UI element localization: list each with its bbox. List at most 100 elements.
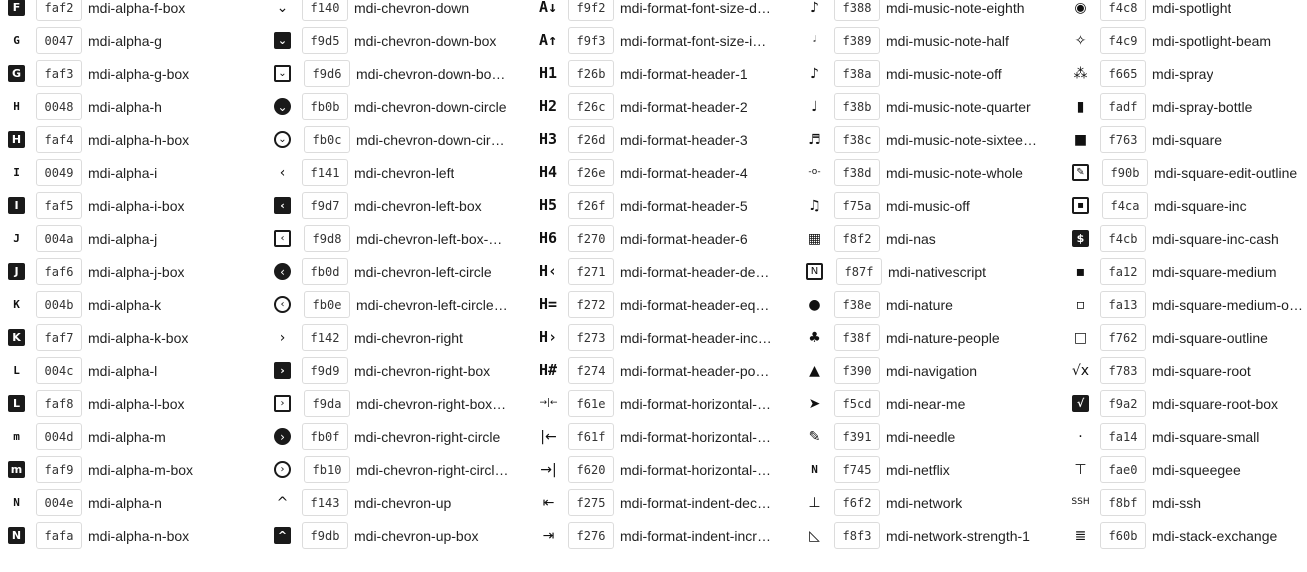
codepoint-badge[interactable]: f388	[834, 0, 880, 21]
icon-name-label[interactable]: mdi-near-me	[886, 396, 965, 412]
icon-name-label[interactable]: mdi-chevron-down-box-outline	[356, 66, 510, 82]
icon-name-label[interactable]: mdi-alpha-n-box	[88, 528, 189, 544]
icon-row[interactable]: N 004e mdi-alpha-n	[0, 486, 266, 519]
codepoint-badge[interactable]: f38a	[834, 60, 880, 87]
codepoint-badge[interactable]: f783	[1100, 357, 1146, 384]
icon-name-label[interactable]: mdi-music-note-sixteenth	[886, 132, 1040, 148]
icon-name-label[interactable]: mdi-format-header-decrease	[620, 264, 774, 280]
icon-row[interactable]: ▪ fa12 mdi-square-medium	[1064, 255, 1305, 288]
codepoint-badge[interactable]: f141	[302, 159, 348, 186]
codepoint-badge[interactable]: f9d9	[302, 357, 348, 384]
icon-name-label[interactable]: mdi-alpha-f-box	[88, 0, 185, 16]
icon-row[interactable]: Ifaf5 mdi-alpha-i-box	[0, 189, 266, 222]
icon-row[interactable]: K 004b mdi-alpha-k	[0, 288, 266, 321]
icon-row[interactable]: √x f783 mdi-square-root	[1064, 354, 1305, 387]
icon-row[interactable]: · fa14 mdi-square-small	[1064, 420, 1305, 453]
icon-row[interactable]: ✎ f391 mdi-needle	[798, 420, 1064, 453]
icon-row[interactable]: Nf87f mdi-nativescript	[798, 255, 1064, 288]
icon-name-label[interactable]: mdi-square-small	[1152, 429, 1259, 445]
icon-name-label[interactable]: mdi-format-horizontal-align-left	[620, 429, 774, 445]
icon-name-label[interactable]: mdi-chevron-left-circle-outline	[356, 297, 510, 313]
icon-name-label[interactable]: mdi-square-root-box	[1152, 396, 1278, 412]
icon-name-label[interactable]: mdi-format-header-3	[620, 132, 748, 148]
icon-name-label[interactable]: mdi-netflix	[886, 462, 950, 478]
icon-row[interactable]: H1 f26b mdi-format-header-1	[532, 57, 798, 90]
icon-name-label[interactable]: mdi-format-header-5	[620, 198, 748, 214]
icon-name-label[interactable]: mdi-format-header-increase	[620, 330, 774, 346]
icon-name-label[interactable]: mdi-alpha-h	[88, 99, 162, 115]
icon-row[interactable]: H2 f26c mdi-format-header-2	[532, 90, 798, 123]
codepoint-badge[interactable]: f142	[302, 324, 348, 351]
codepoint-badge[interactable]: 004d	[36, 423, 82, 450]
icon-row[interactable]: ‹ f141 mdi-chevron-left	[266, 156, 532, 189]
codepoint-badge[interactable]: f38f	[834, 324, 880, 351]
icon-row[interactable]: ◉ f4c8 mdi-spotlight	[1064, 0, 1305, 24]
icon-name-label[interactable]: mdi-spotlight	[1152, 0, 1231, 16]
codepoint-badge[interactable]: 004c	[36, 357, 82, 384]
icon-row[interactable]: ▪ f4ca mdi-square-inc	[1064, 189, 1305, 222]
codepoint-badge[interactable]: f38e	[834, 291, 880, 318]
icon-name-label[interactable]: mdi-format-font-size-increase	[620, 33, 774, 49]
icon-row[interactable]: ♫ f75a mdi-music-off	[798, 189, 1064, 222]
icon-row[interactable]: □ f762 mdi-square-outline	[1064, 321, 1305, 354]
icon-name-label[interactable]: mdi-music-off	[886, 198, 970, 214]
codepoint-badge[interactable]: f273	[568, 324, 614, 351]
codepoint-badge[interactable]: f60b	[1100, 522, 1146, 549]
icon-row[interactable]: Lfaf8 mdi-alpha-l-box	[0, 387, 266, 420]
codepoint-badge[interactable]: 0047	[36, 27, 82, 54]
icon-name-label[interactable]: mdi-square-edit-outline	[1154, 165, 1297, 181]
icon-name-label[interactable]: mdi-square-medium	[1152, 264, 1276, 280]
codepoint-badge[interactable]: f26f	[568, 192, 614, 219]
codepoint-badge[interactable]: fa14	[1100, 423, 1146, 450]
icon-row[interactable]: A↑ f9f3 mdi-format-font-size-increase	[532, 24, 798, 57]
icon-row[interactable]: ⌄ fb0b mdi-chevron-down-circle	[266, 90, 532, 123]
icon-row[interactable]: A↓ f9f2 mdi-format-font-size-decrease	[532, 0, 798, 24]
icon-name-label[interactable]: mdi-spray-bottle	[1152, 99, 1252, 115]
icon-row[interactable]: ⁂ f665 mdi-spray	[1064, 57, 1305, 90]
icon-row[interactable]: √ f9a2 mdi-square-root-box	[1064, 387, 1305, 420]
codepoint-badge[interactable]: f391	[834, 423, 880, 450]
icon-name-label[interactable]: mdi-chevron-down-circle	[354, 99, 507, 115]
icon-row[interactable]: 𝅗𝅥 f389 mdi-music-note-half	[798, 24, 1064, 57]
icon-row[interactable]: $ f4cb mdi-square-inc-cash	[1064, 222, 1305, 255]
icon-name-label[interactable]: mdi-chevron-right-box-outline	[356, 396, 510, 412]
icon-name-label[interactable]: mdi-chevron-left	[354, 165, 454, 181]
icon-row[interactable]: H 0048 mdi-alpha-h	[0, 90, 266, 123]
codepoint-badge[interactable]: f9f3	[568, 27, 614, 54]
icon-row[interactable]: -o-f38d mdi-music-note-whole	[798, 156, 1064, 189]
codepoint-badge[interactable]: f4c8	[1100, 0, 1146, 21]
icon-name-label[interactable]: mdi-format-header-4	[620, 165, 748, 181]
icon-row[interactable]: H‹ f271 mdi-format-header-decrease	[532, 255, 798, 288]
icon-row[interactable]: ⊤ fae0 mdi-squeegee	[1064, 453, 1305, 486]
icon-name-label[interactable]: mdi-music-note-off	[886, 66, 1002, 82]
icon-row[interactable]: ♪ f38a mdi-music-note-off	[798, 57, 1064, 90]
icon-row[interactable]: ⌄ fb0c mdi-chevron-down-circle-outline	[266, 123, 532, 156]
icon-name-label[interactable]: mdi-format-horizontal-align-right	[620, 462, 774, 478]
icon-name-label[interactable]: mdi-format-header-2	[620, 99, 748, 115]
codepoint-badge[interactable]: f4cb	[1100, 225, 1146, 252]
icon-name-label[interactable]: mdi-square-outline	[1152, 330, 1268, 346]
icon-name-label[interactable]: mdi-alpha-l-box	[88, 396, 184, 412]
codepoint-badge[interactable]: fa12	[1100, 258, 1146, 285]
icon-row[interactable]: ♩ f38b mdi-music-note-quarter	[798, 90, 1064, 123]
codepoint-badge[interactable]: f762	[1100, 324, 1146, 351]
icon-row[interactable]: ◺ f8f3 mdi-network-strength-1	[798, 519, 1064, 552]
codepoint-badge[interactable]: fadf	[1100, 93, 1146, 120]
codepoint-badge[interactable]: f9d7	[302, 192, 348, 219]
icon-row[interactable]: G 0047 mdi-alpha-g	[0, 24, 266, 57]
icon-name-label[interactable]: mdi-format-header-1	[620, 66, 748, 82]
icon-row[interactable]: H# f274 mdi-format-header-pound	[532, 354, 798, 387]
icon-name-label[interactable]: mdi-alpha-h-box	[88, 132, 189, 148]
codepoint-badge[interactable]: 004b	[36, 291, 82, 318]
icon-row[interactable]: ✧ f4c9 mdi-spotlight-beam	[1064, 24, 1305, 57]
codepoint-badge[interactable]: faf3	[36, 60, 82, 87]
codepoint-badge[interactable]: fb10	[304, 456, 350, 483]
icon-row[interactable]: › f142 mdi-chevron-right	[266, 321, 532, 354]
icon-row[interactable]: |← f61f mdi-format-horizontal-align-left	[532, 420, 798, 453]
icon-name-label[interactable]: mdi-format-horizontal-align-center	[620, 396, 774, 412]
icon-name-label[interactable]: mdi-square-medium-outline	[1152, 297, 1304, 313]
icon-name-label[interactable]: mdi-chevron-down-circle-outline	[356, 132, 510, 148]
icon-name-label[interactable]: mdi-music-note-whole	[886, 165, 1023, 181]
icon-row[interactable]: ⌄ f9d5 mdi-chevron-down-box	[266, 24, 532, 57]
codepoint-badge[interactable]: f61f	[568, 423, 614, 450]
